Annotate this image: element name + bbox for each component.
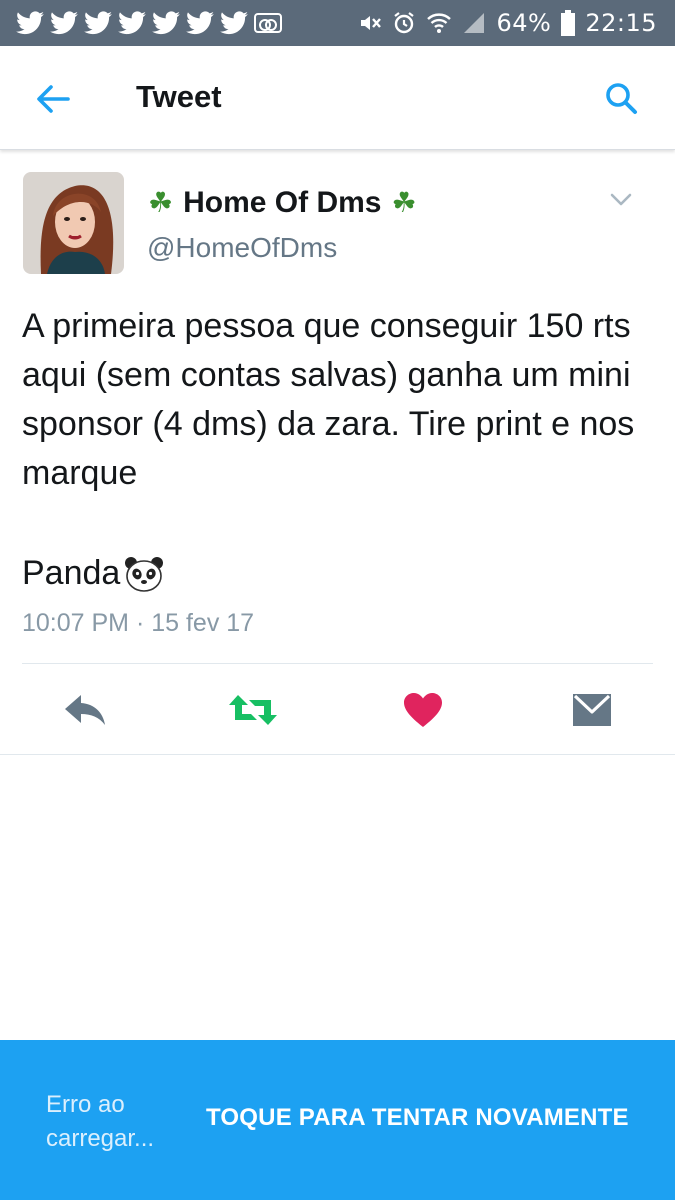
retweet-icon (229, 695, 277, 725)
like-button[interactable] (398, 688, 448, 732)
tweet-timestamp: 10:07 PM · 15 fev 17 (22, 609, 255, 637)
system-indicators: 64% 22:15 (358, 7, 657, 39)
divider (0, 754, 675, 755)
back-button[interactable] (30, 76, 76, 122)
app-bar: Tweet (0, 46, 675, 150)
retweet-button[interactable] (228, 688, 278, 732)
shamrock-icon: ☘ (391, 186, 417, 219)
chevron-down-icon (610, 193, 632, 206)
signature-text: Panda (22, 554, 121, 592)
author-name-row[interactable]: ☘ Home Of Dms ☘ (148, 186, 417, 220)
status-bar: 64% 22:15 (0, 0, 675, 46)
reply-icon (65, 695, 105, 725)
heart-icon (404, 693, 442, 727)
shamrock-icon: ☘ (148, 186, 174, 219)
battery-icon (561, 10, 576, 36)
display-name[interactable]: Home Of Dms (183, 186, 381, 220)
avatar[interactable] (23, 172, 124, 274)
page-title: Tweet (136, 79, 222, 114)
twitter-icon (16, 11, 44, 35)
clock: 22:15 (585, 9, 657, 37)
battery-percent: 64% (496, 9, 552, 37)
tweet-options-button[interactable] (604, 186, 638, 214)
envelope-icon (573, 694, 611, 726)
twitter-icon (118, 11, 146, 35)
alarm-icon (394, 12, 415, 34)
direct-message-button[interactable] (567, 688, 617, 732)
tweet-actions (0, 664, 675, 754)
twitter-icon (84, 11, 112, 35)
back-arrow-icon (37, 85, 70, 113)
tweet-signature: Panda (22, 549, 164, 598)
retry-button[interactable]: TOQUE PARA TENTAR NOVAMENTE (206, 1104, 629, 1132)
mute-icon (361, 16, 382, 30)
voicemail-icon (254, 13, 282, 33)
search-icon (606, 83, 637, 114)
wifi-icon (427, 13, 452, 33)
search-button[interactable] (599, 76, 643, 120)
twitter-icon (152, 11, 180, 35)
panda-emoji-icon (124, 556, 164, 592)
notification-icons (16, 9, 282, 37)
twitter-icon (186, 11, 214, 35)
twitter-icon (50, 11, 78, 35)
twitter-icon (220, 11, 248, 35)
error-message: Erro ao carregar... (46, 1091, 155, 1152)
tweet-text: A primeira pessoa que conseguir 150 rts … (22, 307, 635, 492)
user-handle[interactable]: @HomeOfDms (147, 232, 337, 264)
signal-icon (464, 13, 485, 33)
reply-button[interactable] (60, 688, 110, 732)
